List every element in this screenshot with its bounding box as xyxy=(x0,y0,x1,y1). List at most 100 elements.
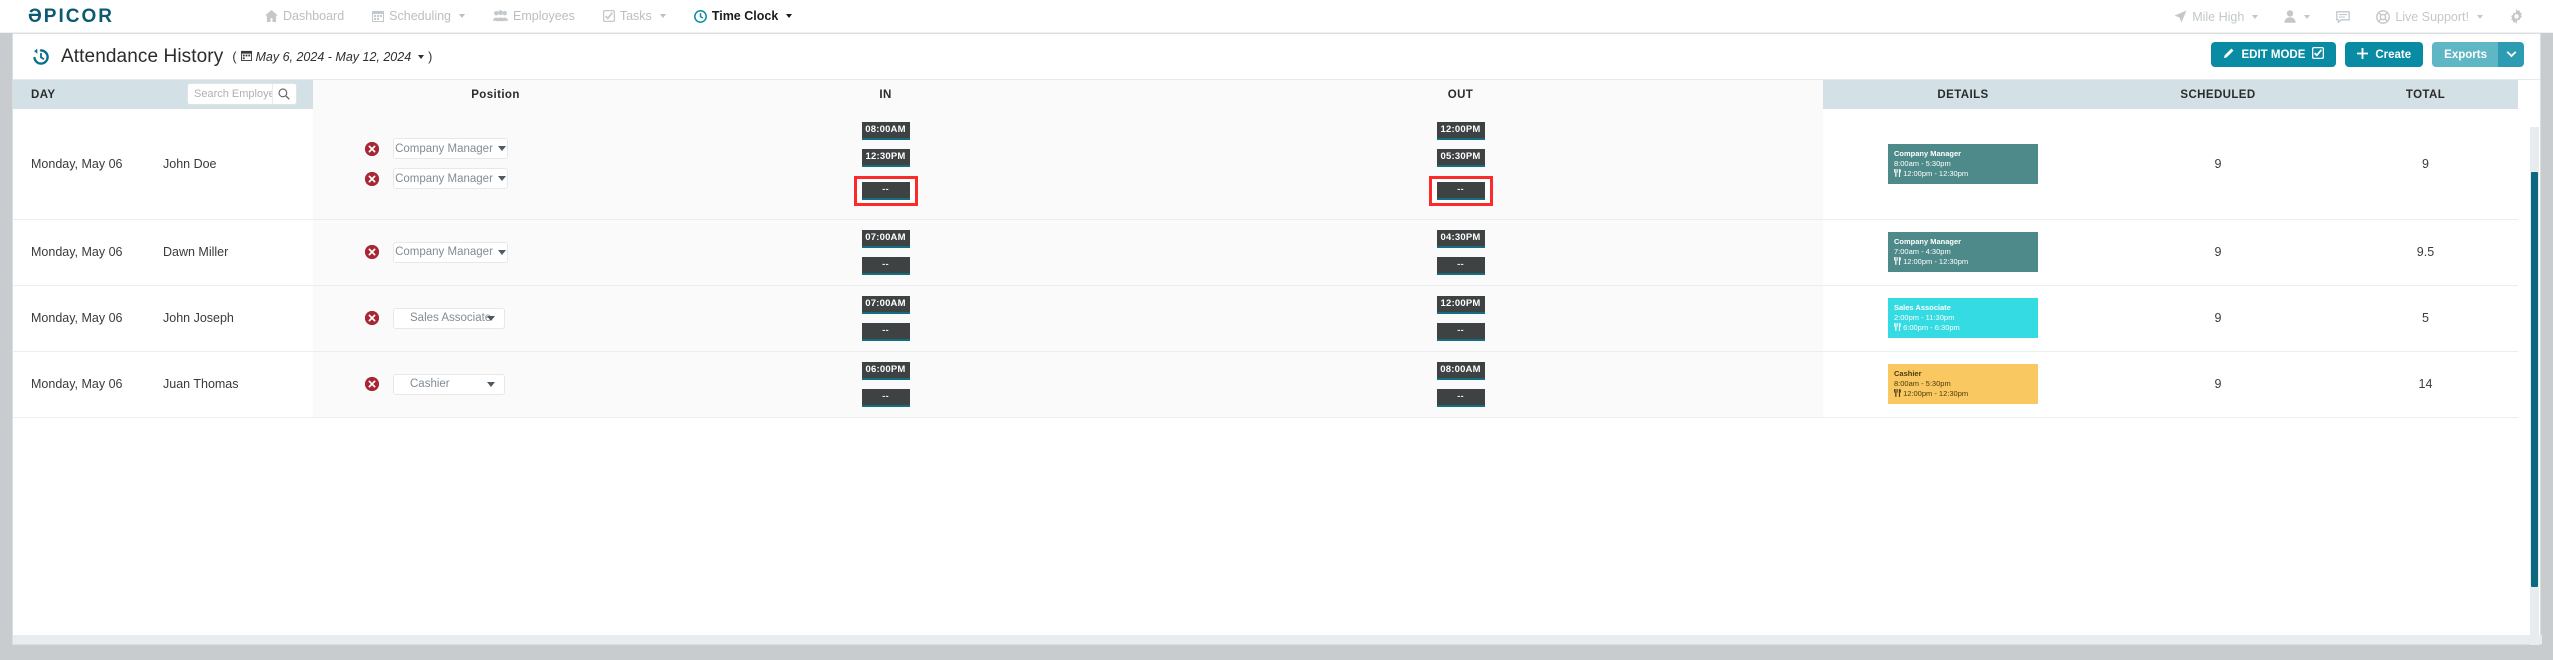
clock-icon xyxy=(693,9,707,23)
position-dropdown[interactable]: Company Manager xyxy=(393,241,508,263)
out-time-chip[interactable]: 12:00PM xyxy=(1436,295,1485,314)
nav-item-messages[interactable] xyxy=(2323,10,2363,23)
in-time-chip[interactable]: -- xyxy=(861,181,910,200)
position-row: Company Manager xyxy=(365,241,508,263)
out-time-chip[interactable]: 05:30PM xyxy=(1436,148,1485,167)
nav-item-location[interactable]: Mile High xyxy=(2161,10,2271,24)
position-dropdown-label: Company Manager xyxy=(395,172,493,185)
schedule-detail-card[interactable]: Sales Associate 2:00pm - 11:30pm 6:00pm … xyxy=(1888,298,2038,338)
main-nav-links: Dashboard Scheduling Employees Tasks Tim… xyxy=(251,9,806,23)
in-time-chip[interactable]: 07:00AM xyxy=(861,229,910,248)
check-square-icon xyxy=(602,10,615,22)
chevron-down-icon xyxy=(2477,14,2483,19)
position-row: Cashier xyxy=(365,373,505,395)
position-dropdown[interactable]: Sales Associate xyxy=(393,307,505,329)
utensils-icon xyxy=(1894,323,1901,332)
vertical-scrollbar[interactable] xyxy=(2530,127,2539,645)
lifebuoy-icon xyxy=(2376,9,2391,24)
in-time-chip[interactable]: -- xyxy=(861,256,910,275)
epicor-logo[interactable]: ƏPICOR xyxy=(28,6,196,26)
out-time-chip[interactable]: -- xyxy=(1436,388,1485,407)
in-time-chip[interactable]: 12:30PM xyxy=(861,148,910,167)
search-input[interactable] xyxy=(188,84,272,104)
exports-split-button: Exports xyxy=(2432,42,2524,67)
position-dropdown[interactable]: Cashier xyxy=(393,373,505,395)
column-header-spacer-2 xyxy=(1668,80,1823,109)
out-time-value: 04:30PM xyxy=(1440,232,1481,243)
nav-item-tasks[interactable]: Tasks xyxy=(589,9,680,23)
attendance-table-scroll-area: DAY Position IN OUT DETA xyxy=(13,80,2540,645)
position-dropdown[interactable]: Company Manager xyxy=(393,168,508,190)
nav-label: Mile High xyxy=(2192,9,2245,24)
cell-total: 5 xyxy=(2333,285,2518,351)
position-row: Sales Associate xyxy=(365,307,505,329)
delete-circle-icon[interactable] xyxy=(365,311,379,325)
out-time-chip[interactable]: -- xyxy=(1436,256,1485,275)
top-nav-right-group: Mile High Live Support! xyxy=(2161,0,2537,33)
position-stack: Company Manager Company Manager xyxy=(313,128,678,199)
in-time-value: 07:00AM xyxy=(865,298,906,309)
nav-item-dashboard[interactable]: Dashboard xyxy=(251,9,358,23)
out-time-chip[interactable]: 12:00PM xyxy=(1436,121,1485,140)
schedule-detail-card[interactable]: Company Manager 8:00am - 5:30pm 12:00pm … xyxy=(1888,143,2038,184)
position-stack: Sales Associate xyxy=(313,298,678,339)
delete-circle-icon[interactable] xyxy=(365,377,379,391)
cell-spacer-2 xyxy=(1668,285,1823,351)
exports-button[interactable]: Exports xyxy=(2432,42,2498,67)
day-label: Monday, May 06 xyxy=(31,245,123,259)
details-cell: Cashier 8:00am - 5:30pm 12:00pm - 12:30p… xyxy=(1823,364,2103,404)
schedule-detail-card[interactable]: Company Manager 7:00am - 4:30pm 12:00pm … xyxy=(1888,232,2038,272)
exports-dropdown-toggle[interactable] xyxy=(2498,42,2524,67)
create-button[interactable]: Create xyxy=(2345,42,2424,67)
out-chip-stack: 12:00PM 05:30PM -- xyxy=(1253,112,1668,216)
delete-circle-icon[interactable] xyxy=(365,171,379,186)
out-time-chip[interactable]: 04:30PM xyxy=(1436,229,1485,248)
in-time-value: 07:00AM xyxy=(865,232,906,243)
nav-item-settings[interactable] xyxy=(2496,9,2537,24)
gear-icon xyxy=(2509,9,2524,24)
delete-circle-icon[interactable] xyxy=(365,245,379,259)
schedule-detail-card[interactable]: Cashier 8:00am - 5:30pm 12:00pm - 12:30p… xyxy=(1888,364,2038,404)
cell-total: 14 xyxy=(2333,351,2518,417)
total-hours: 14 xyxy=(2418,377,2433,391)
search-icon[interactable] xyxy=(273,88,296,100)
horizontal-scrollbar[interactable] xyxy=(13,635,2542,644)
nav-item-live-support[interactable]: Live Support! xyxy=(2363,10,2496,24)
table-row: Monday, May 06 Juan Thomas Cashier 06:00… xyxy=(13,351,2518,417)
nav-item-time-clock[interactable]: Time Clock xyxy=(680,9,806,23)
nav-item-user-menu[interactable] xyxy=(2271,10,2323,23)
in-time-chip[interactable]: -- xyxy=(861,388,910,407)
out-time-chip[interactable]: -- xyxy=(1436,181,1485,200)
in-time-chip[interactable]: 07:00AM xyxy=(861,295,910,314)
out-time-value: 05:30PM xyxy=(1440,151,1481,163)
detail-shift: 8:00am - 5:30pm xyxy=(1894,379,1951,389)
out-time-chip[interactable]: -- xyxy=(1436,322,1485,341)
cell-day: Monday, May 06 xyxy=(13,351,163,417)
detail-position: Cashier xyxy=(1894,369,1922,378)
in-time-chip[interactable]: -- xyxy=(861,322,910,341)
scheduled-hours: 9 xyxy=(2214,377,2222,391)
chevron-down-icon xyxy=(487,315,495,321)
nav-item-scheduling[interactable]: Scheduling xyxy=(358,9,479,23)
in-time-value: -- xyxy=(882,391,889,402)
date-range-picker[interactable]: ( May 6, 2024 - May 12, 2024 ) xyxy=(232,50,432,64)
table-header: DAY Position IN OUT DETA xyxy=(13,80,2518,109)
in-chip-stack: 07:00AM -- xyxy=(678,286,1093,351)
out-time-value: -- xyxy=(1457,184,1464,196)
employee-name: Dawn Miller xyxy=(163,245,229,259)
out-time-value: -- xyxy=(1457,259,1464,270)
cell-total: 9.5 xyxy=(2333,219,2518,285)
detail-position: Sales Associate xyxy=(1894,303,1951,312)
chevron-down-icon xyxy=(497,146,506,152)
nav-item-employees[interactable]: Employees xyxy=(479,9,589,23)
in-time-chip[interactable]: 06:00PM xyxy=(861,361,910,380)
scrollbar-thumb[interactable] xyxy=(2531,172,2538,587)
delete-circle-icon[interactable] xyxy=(365,141,379,156)
search-employee-box[interactable] xyxy=(187,83,297,105)
details-cell: Company Manager 7:00am - 4:30pm 12:00pm … xyxy=(1823,232,2103,272)
top-navigation-bar: ƏPICOR Dashboard Scheduling Employees Ta… xyxy=(0,0,2553,33)
out-time-chip[interactable]: 08:00AM xyxy=(1436,361,1485,380)
in-time-chip[interactable]: 08:00AM xyxy=(861,121,910,140)
position-dropdown[interactable]: Company Manager xyxy=(393,138,508,160)
edit-mode-button[interactable]: EDIT MODE xyxy=(2211,42,2337,67)
